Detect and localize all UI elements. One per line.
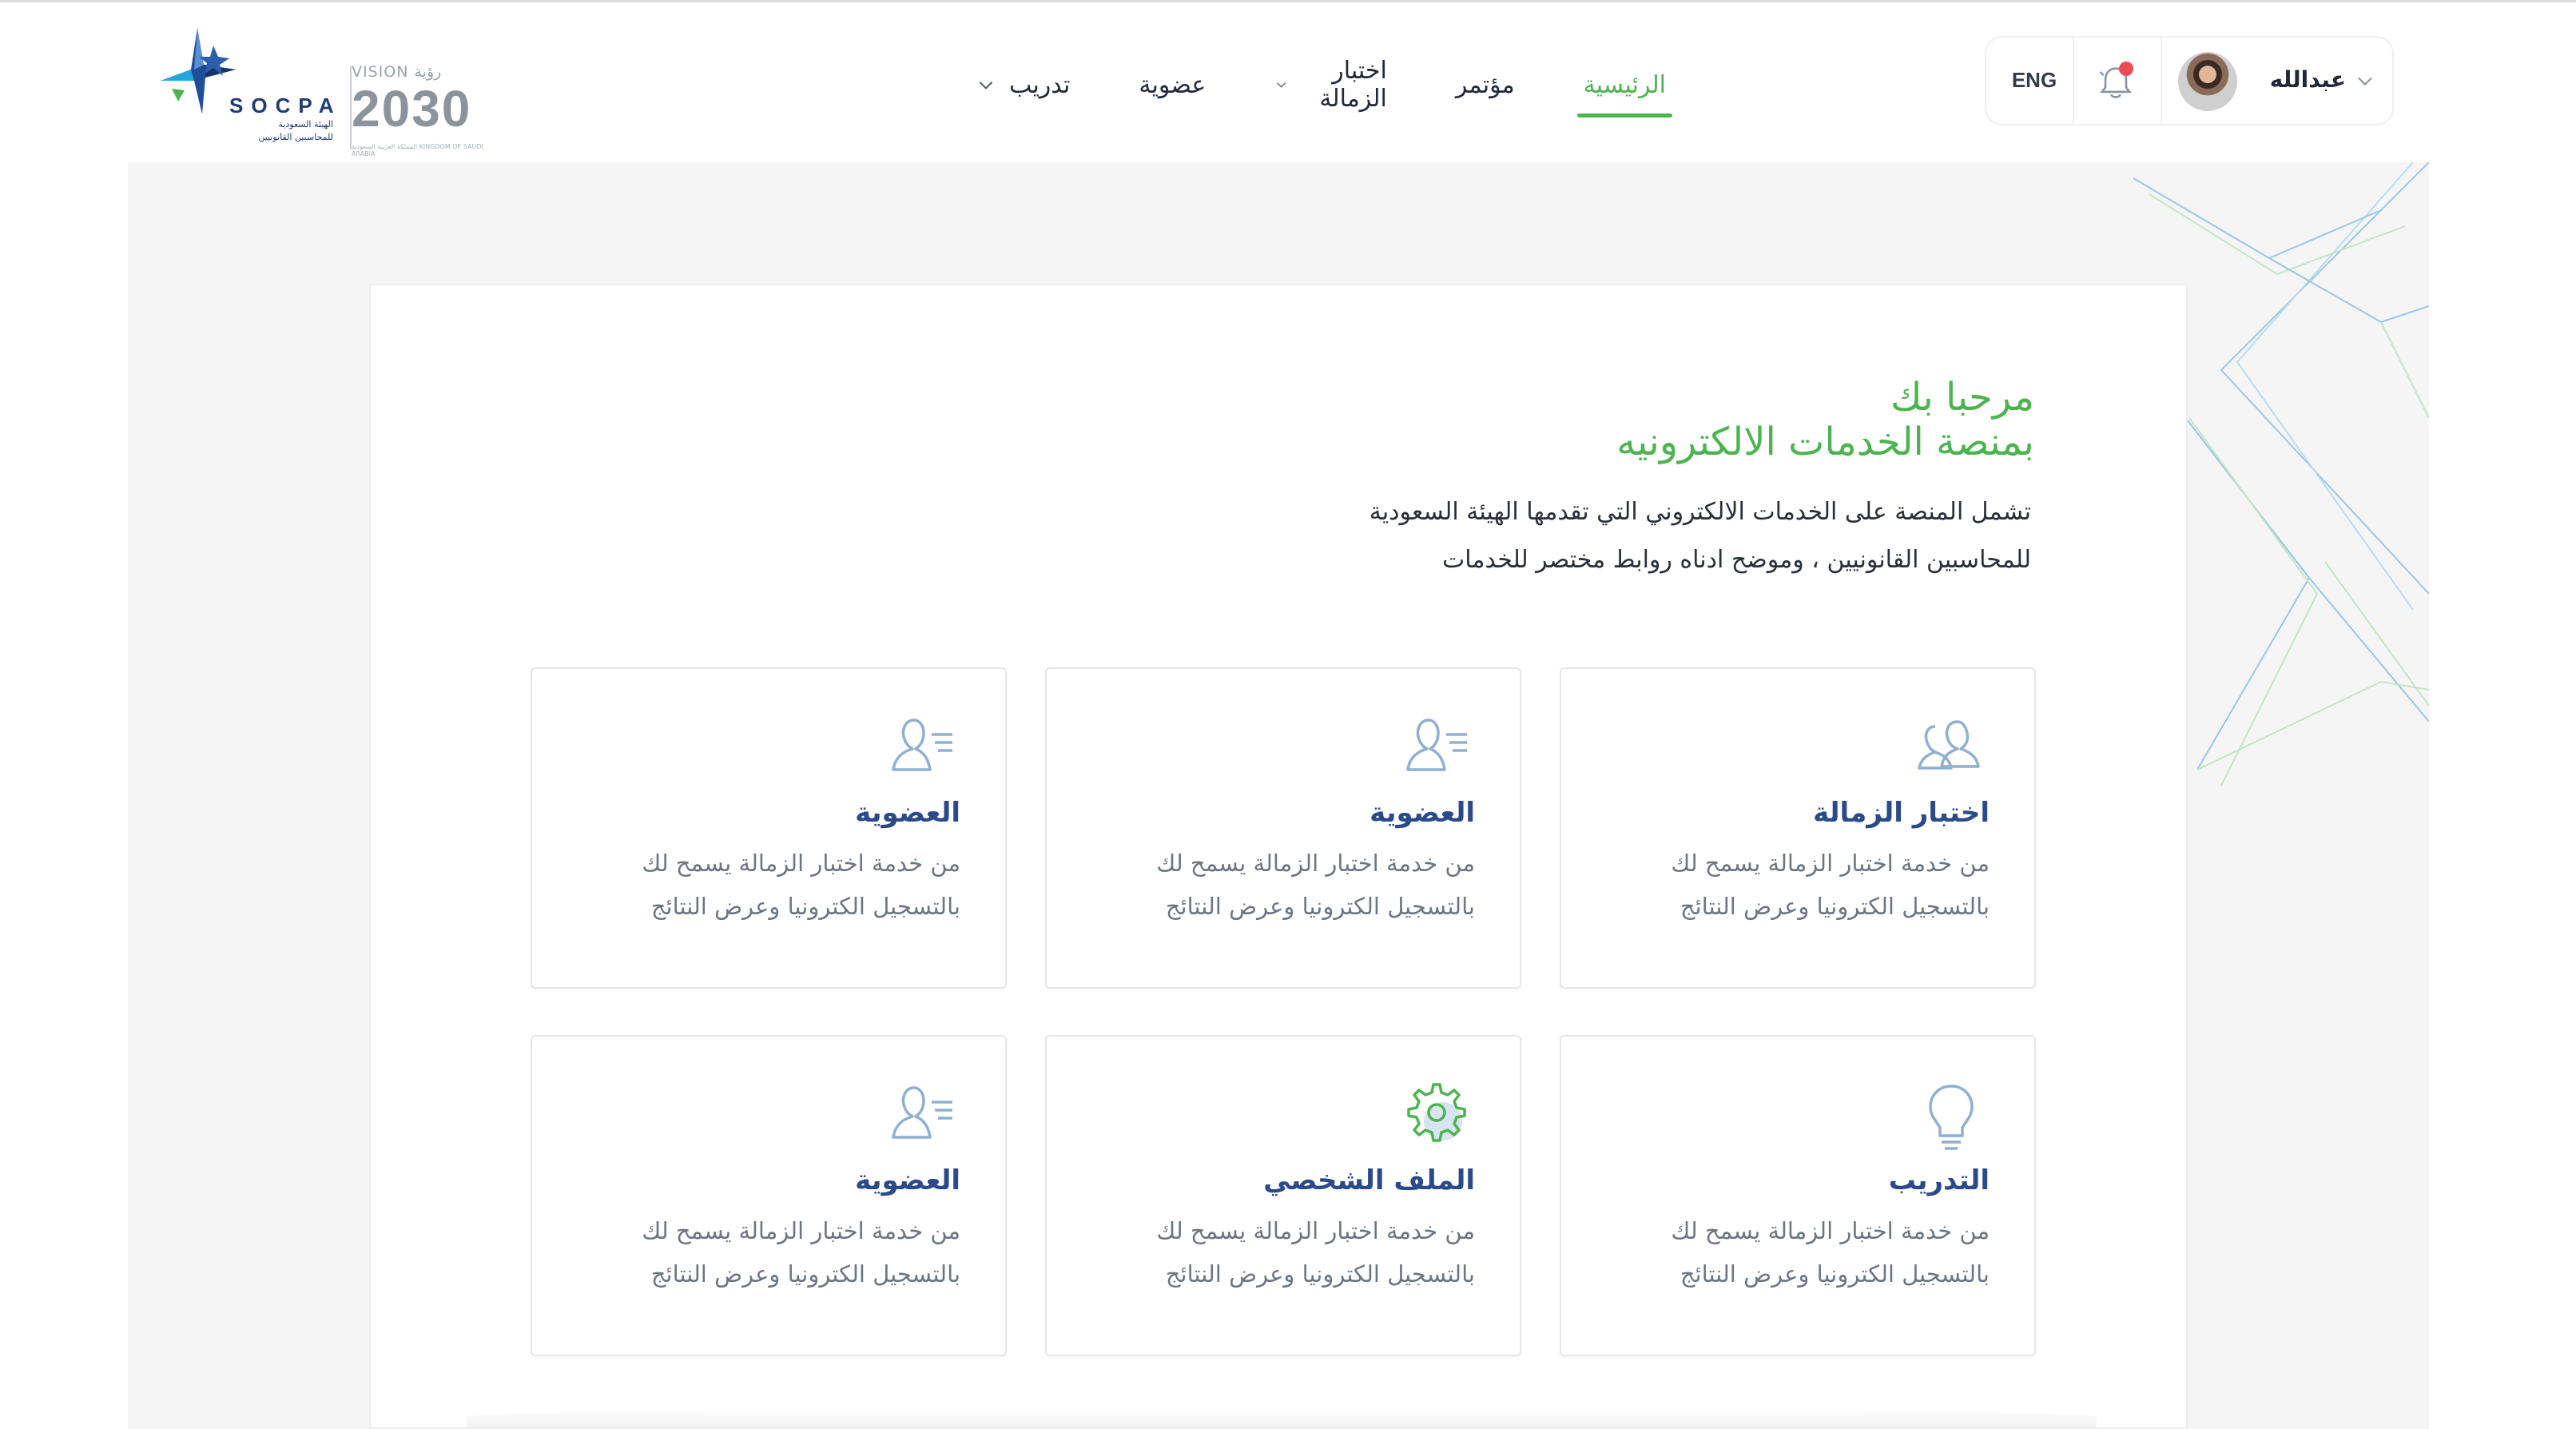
nav-item-label: مؤتمر <box>1455 70 1515 99</box>
user-list-icon <box>1406 718 1467 771</box>
socpa-wordmark: SOCPA <box>229 94 342 117</box>
chevron-down-icon[interactable] <box>2354 70 2376 92</box>
card-title: التدريب <box>1888 1164 1990 1196</box>
avatar[interactable] <box>2178 52 2237 111</box>
vision-label: VISION رؤية <box>352 63 442 81</box>
card-description: بالتسجيل الكترونيا وعرض النتائج <box>1680 1260 1990 1288</box>
vision-2030-logo: VISION رؤية 2030 المملكة العربية السعودي… <box>352 63 491 157</box>
card-description: بالتسجيل الكترونيا وعرض النتائج <box>650 893 960 920</box>
card-description: بالتسجيل الكترونيا وعرض النتائج <box>1165 893 1475 920</box>
service-card-membership[interactable]: العضوية من خدمة اختبار الزمالة يسمح لك ب… <box>531 1035 1007 1356</box>
nav-item-home[interactable]: الرئيسية <box>1576 57 1673 117</box>
card-description: بالتسجيل الكترونيا وعرض النتائج <box>1165 1260 1475 1288</box>
nav-item-label: تدريب <box>1009 70 1071 99</box>
service-card-membership[interactable]: العضوية من خدمة اختبار الزمالة يسمح لك ب… <box>531 667 1007 989</box>
service-card-fellowship-exam[interactable]: اختبار الزمالة من خدمة اختبار الزمالة يس… <box>1560 667 2036 989</box>
socpa-arabic-line1: الهيئة السعودية <box>278 119 333 129</box>
toolbar-divider <box>2073 38 2074 124</box>
card-description: من خدمة اختبار الزمالة يسمح لك <box>1156 850 1475 877</box>
card-description: من خدمة اختبار الزمالة يسمح لك <box>642 850 960 877</box>
nav-item-label: عضوية <box>1139 70 1207 99</box>
intro-text-line2: للمحاسبين القانونيين ، وموضح ادناه روابط… <box>1442 546 2031 574</box>
card-title: اختبار الزمالة <box>1813 797 1990 829</box>
top-header: SOCPA الهيئة السعودية للمحاسبين القانوني… <box>0 2 2576 162</box>
nav-item-label: اختبار الزمالة <box>1319 57 1387 113</box>
card-title: الملف الشخصي <box>1263 1164 1475 1196</box>
nav-item-label: الرئيسية <box>1583 70 1666 99</box>
notification-dot <box>2119 62 2133 76</box>
vision-subtitle: المملكة العربية السعودية KINGDOM OF SAUD… <box>352 143 483 157</box>
main-nav: الرئيسية مؤتمر اختبار الزمالة عضوية تدري… <box>907 57 1673 117</box>
user-list-icon <box>892 718 952 771</box>
nav-item-fellowship-exam[interactable]: اختبار الزمالة <box>1274 57 1387 113</box>
nav-item-membership[interactable]: عضوية <box>1139 57 1206 113</box>
toolbar-divider <box>2161 38 2162 124</box>
user-toolbar: ENG عبدالله <box>1985 36 2394 125</box>
logo[interactable]: SOCPA الهيئة السعودية للمحاسبين القانوني… <box>156 25 491 157</box>
nav-item-conference[interactable]: مؤتمر <box>1456 57 1515 113</box>
socpa-arabic-line2: للمحاسبين القانونيين <box>258 132 333 142</box>
card-title: العضوية <box>855 797 960 829</box>
bottom-shadow <box>467 1407 2097 1427</box>
card-title: العضوية <box>1369 797 1475 829</box>
card-title: العضوية <box>855 1164 960 1196</box>
card-description: من خدمة اختبار الزمالة يسمح لك <box>642 1217 960 1244</box>
user-name[interactable]: عبدالله <box>2250 66 2346 93</box>
welcome-title-line2: بمنصة الخدمات الالكترونيه <box>1616 420 2034 464</box>
users-icon <box>1918 720 1980 770</box>
card-description: من خدمة اختبار الزمالة يسمح لك <box>1671 1217 1990 1244</box>
vision-year: 2030 <box>352 80 472 137</box>
main-panel: مرحبا بك بمنصة الخدمات الالكترونيه تشمل … <box>369 284 2188 1429</box>
card-description: من خدمة اختبار الزمالة يسمح لك <box>1156 1217 1475 1244</box>
intro-text-line1: تشمل المنصة على الخدمات الالكتروني التي … <box>1369 498 2031 526</box>
service-card-membership[interactable]: العضوية من خدمة اختبار الزمالة يسمح لك ب… <box>1045 667 1521 989</box>
service-card-training[interactable]: التدريب من خدمة اختبار الزمالة يسمح لك ب… <box>1560 1035 2036 1356</box>
lightbulb-icon <box>1929 1085 1974 1150</box>
gear-icon <box>1407 1083 1466 1142</box>
page-background: مرحبا بك بمنصة الخدمات الالكترونيه تشمل … <box>128 162 2429 1429</box>
service-card-profile[interactable]: الملف الشخصي من خدمة اختبار الزمالة يسمح… <box>1045 1035 1521 1356</box>
chevron-down-icon <box>1277 82 1286 88</box>
user-list-icon <box>892 1086 952 1139</box>
chevron-down-icon <box>979 82 993 90</box>
nav-item-training[interactable]: تدريب <box>976 57 1070 113</box>
card-description: بالتسجيل الكترونيا وعرض النتائج <box>650 1260 960 1288</box>
language-toggle[interactable]: ENG <box>2002 68 2066 93</box>
card-description: بالتسجيل الكترونيا وعرض النتائج <box>1680 893 1990 920</box>
card-description: من خدمة اختبار الزمالة يسمح لك <box>1671 850 1990 877</box>
welcome-title-line1: مرحبا بك <box>1890 375 2034 420</box>
